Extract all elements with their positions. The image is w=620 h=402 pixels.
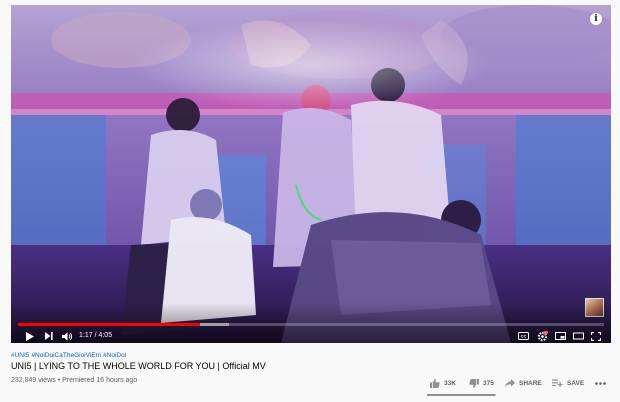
video-scene-image	[11, 5, 611, 343]
captions-icon[interactable]: CC	[516, 329, 530, 343]
sentiment-bar	[427, 394, 496, 396]
dislike-button[interactable]: 375	[469, 376, 494, 390]
settings-icon[interactable]: HD	[535, 329, 549, 343]
info-icon[interactable]: i	[590, 13, 602, 25]
playlist-add-icon	[552, 379, 563, 387]
play-icon[interactable]	[23, 329, 37, 343]
volume-icon[interactable]	[60, 329, 74, 343]
more-horizontal-icon	[595, 381, 606, 385]
premiere-date: Premiered 16 hours ago	[62, 377, 138, 384]
theater-icon[interactable]	[571, 329, 585, 343]
youtube-watch-page: i 1:17 / 4:05 CC HD #UNI5 #NoiDoiCaTheGi…	[0, 0, 620, 402]
svg-text:HD: HD	[543, 331, 547, 335]
thumbs-down-icon	[469, 378, 479, 388]
miniplayer-icon[interactable]	[553, 329, 567, 343]
fullscreen-icon[interactable]	[589, 329, 603, 343]
progress-played	[18, 323, 200, 326]
share-label: SHARE	[519, 379, 542, 387]
like-count: 33K	[444, 379, 456, 387]
svg-text:CC: CC	[520, 334, 526, 339]
share-icon	[505, 379, 515, 387]
next-icon[interactable]	[42, 329, 56, 343]
video-player[interactable]: i 1:17 / 4:05 CC HD	[11, 5, 611, 343]
video-frame[interactable]	[11, 5, 611, 343]
hashtag-link[interactable]: #NoiDoiCaTheGioiViEm	[31, 352, 101, 359]
time-current: 1:17	[79, 332, 93, 339]
hashtag-row: #UNI5 #NoiDoiCaTheGioiViEm #NoiDoi	[11, 352, 128, 359]
like-button[interactable]: 33K	[430, 376, 456, 390]
progress-bar[interactable]	[18, 323, 604, 326]
thumbs-up-icon	[430, 378, 440, 388]
share-button[interactable]: SHARE	[505, 376, 542, 390]
more-actions-button[interactable]	[595, 376, 610, 390]
video-meta: 232,849 views • Premiered 16 hours ago	[11, 377, 137, 384]
save-button[interactable]: SAVE	[552, 376, 584, 390]
control-bar: 1:17 / 4:05 CC HD	[11, 329, 611, 343]
hashtag-link[interactable]: #UNI5	[11, 352, 29, 359]
sentiment-bar-fill	[427, 394, 496, 396]
view-count: 232,849 views	[11, 377, 56, 384]
hashtag-link[interactable]: #NoiDoi	[103, 352, 126, 359]
save-label: SAVE	[567, 379, 585, 387]
dislike-count: 375	[483, 379, 494, 387]
video-title: UNI5 | LYING TO THE WHOLE WORLD FOR YOU …	[11, 361, 266, 371]
time-display: 1:17 / 4:05	[79, 330, 112, 342]
time-total: 4:05	[98, 332, 113, 339]
